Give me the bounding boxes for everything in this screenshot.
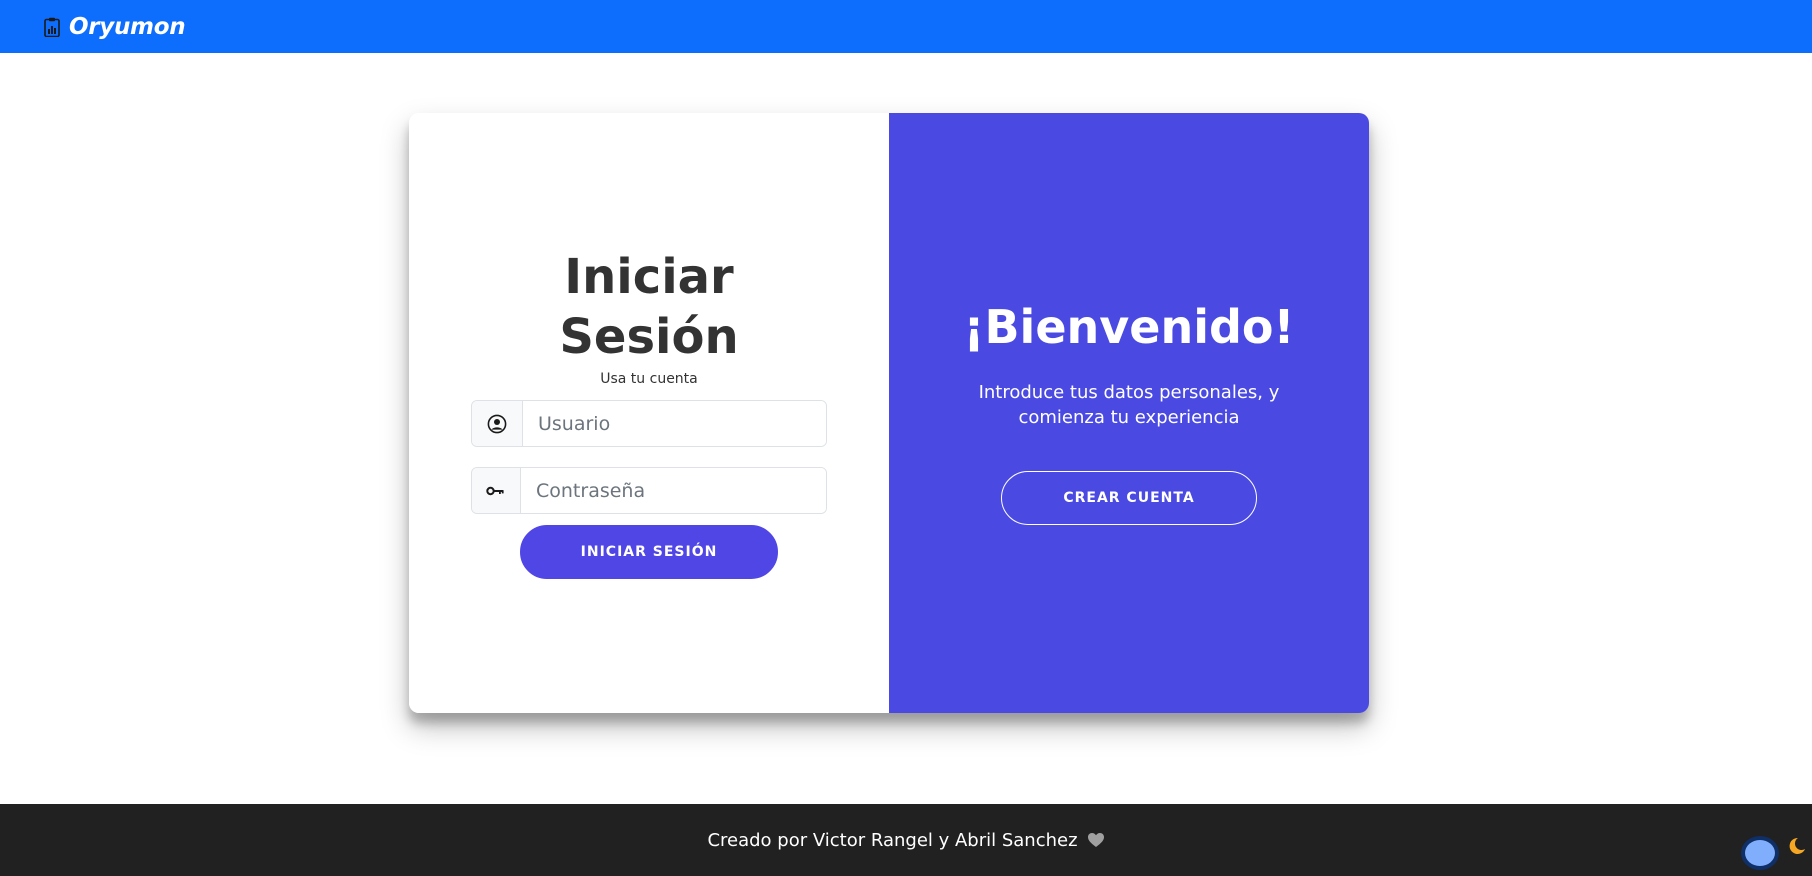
clipboard-chart-icon	[44, 17, 60, 37]
login-title: Iniciar Sesión	[559, 249, 739, 365]
heart-icon	[1087, 832, 1105, 848]
password-input[interactable]	[521, 468, 826, 513]
top-navbar: Oryumon	[0, 0, 1812, 53]
footer-credits: Creado por Victor Rangel y Abril Sanchez	[707, 829, 1078, 851]
moon-icon	[1786, 836, 1806, 856]
username-input[interactable]	[523, 401, 826, 446]
page-footer: Creado por Victor Rangel y Abril Sanchez	[0, 804, 1812, 876]
toggle-knob	[1741, 836, 1779, 870]
welcome-message: Introduce tus datos personales, y comien…	[978, 382, 1280, 428]
login-panel: Iniciar Sesión Usa tu cuenta Usuario INI…	[409, 113, 889, 713]
key-icon	[472, 468, 521, 513]
username-group	[471, 400, 827, 447]
brand-link[interactable]: Oryumon	[44, 13, 186, 40]
login-subtitle: Usa tu cuenta	[600, 371, 698, 387]
login-button[interactable]: INICIAR SESIÓN	[520, 525, 778, 579]
brand-name: Oryumon	[69, 13, 186, 40]
welcome-title: ¡Bienvenido!	[963, 300, 1295, 354]
welcome-panel: ¡Bienvenido! Introduce tus datos persona…	[889, 113, 1369, 713]
password-group	[471, 467, 827, 514]
create-account-button[interactable]: CREAR CUENTA	[1001, 471, 1257, 525]
user-circle-icon	[472, 401, 523, 446]
theme-toggle[interactable]	[1741, 836, 1787, 870]
auth-card: Iniciar Sesión Usa tu cuenta Usuario INI…	[409, 113, 1369, 713]
